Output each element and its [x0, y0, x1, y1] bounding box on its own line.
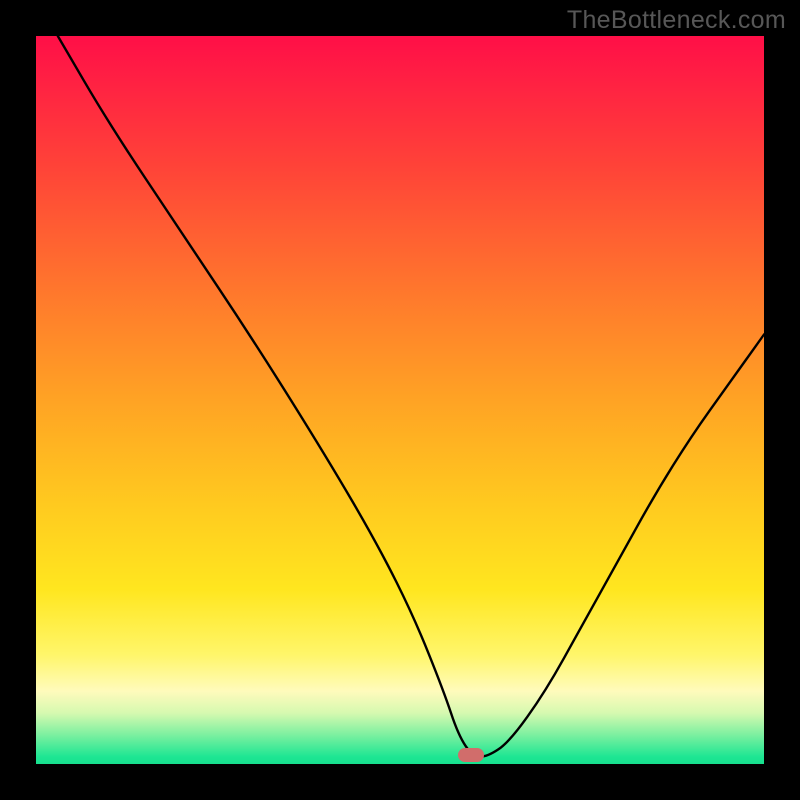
optimum-marker	[458, 748, 484, 762]
watermark-text: TheBottleneck.com	[567, 6, 786, 35]
bottleneck-curve	[36, 36, 764, 764]
chart-frame: TheBottleneck.com	[0, 0, 800, 800]
plot-area	[36, 36, 764, 764]
curve-path	[58, 36, 764, 757]
